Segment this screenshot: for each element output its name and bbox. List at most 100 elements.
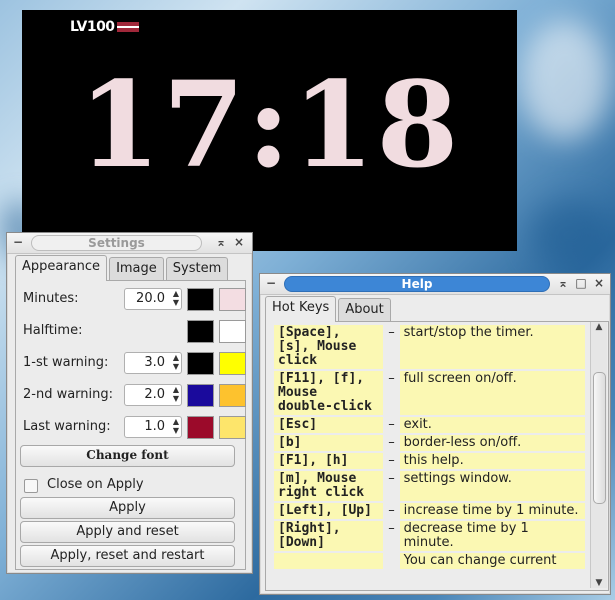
- second-warning-bg-color[interactable]: [187, 384, 214, 407]
- first-warning-value: 3.0: [144, 355, 165, 370]
- minutes-label: Minutes:: [23, 291, 79, 306]
- last-warning-row: Last warning: 1.0 ▲ ▼: [23, 415, 246, 439]
- description-cell: increase time by 1 minute.: [399, 503, 585, 519]
- table-row: [Space], [s], Mouse click – start/stop the…: [274, 325, 585, 369]
- spin-arrows-icon[interactable]: ▲ ▼: [173, 385, 179, 403]
- minutes-fg-color[interactable]: [219, 288, 246, 311]
- description-cell: full screen on/off.: [399, 371, 585, 415]
- last-warning-bg-color[interactable]: [187, 416, 214, 439]
- description-cell: decrease time by 1 minute.: [399, 521, 585, 551]
- table-row: [F11], [f], Mouse double-click – full scre…: [274, 371, 585, 415]
- help-window: − Help ⌅ □ × Hot Keys About [Space], [s]…: [259, 273, 611, 595]
- description-cell: border-less on/off.: [399, 435, 585, 451]
- dash: –: [388, 417, 395, 432]
- dash: –: [388, 503, 395, 518]
- dash: –: [388, 471, 395, 486]
- second-warning-row: 2-nd warning: 2.0 ▲ ▼: [23, 383, 246, 407]
- hotkey-cell: [b]: [274, 435, 384, 451]
- dash: –: [388, 325, 395, 340]
- table-row: [m], Mouse right click – settings window.: [274, 471, 585, 501]
- hotkeys-table: [Space], [s], Mouse click – start/stop the…: [274, 323, 585, 571]
- close-on-apply-label: Close on Apply: [47, 477, 144, 492]
- help-title: Help: [284, 276, 550, 292]
- scroll-up-icon[interactable]: ▲: [591, 322, 607, 332]
- hotkey-cell: [m], Mouse right click: [274, 471, 384, 501]
- minutes-row: Minutes: 20.0 ▲ ▼: [23, 287, 246, 311]
- maximize-icon[interactable]: ⌅: [214, 235, 228, 249]
- halftime-bg-color[interactable]: [187, 320, 214, 343]
- tab-system[interactable]: System: [165, 257, 229, 281]
- scroll-down-icon[interactable]: ▼: [591, 578, 607, 588]
- spin-arrows-icon[interactable]: ▲ ▼: [173, 417, 179, 435]
- second-warning-label: 2-nd warning:: [23, 387, 114, 402]
- close-icon[interactable]: ×: [232, 235, 246, 249]
- table-row: [F1], [h] – this help.: [274, 453, 585, 469]
- spin-arrows-icon[interactable]: ▲ ▼: [173, 353, 179, 371]
- last-warning-spinbox[interactable]: 1.0 ▲ ▼: [124, 416, 182, 438]
- first-warning-fg-color[interactable]: [219, 352, 246, 375]
- table-row: [Esc] – exit.: [274, 417, 585, 433]
- dash: –: [388, 435, 395, 450]
- table-row: [Left], [Up] – increase time by 1 minute.: [274, 503, 585, 519]
- last-warning-fg-color[interactable]: [219, 416, 246, 439]
- minutes-value: 20.0: [136, 291, 165, 306]
- first-warning-bg-color[interactable]: [187, 352, 214, 375]
- second-warning-fg-color[interactable]: [219, 384, 246, 407]
- last-warning-label: Last warning:: [23, 419, 111, 434]
- tab-about[interactable]: About: [338, 298, 391, 322]
- settings-window: − Settings ⌅ × Appearance Image System M…: [6, 232, 253, 574]
- table-row: You can change current: [274, 553, 585, 569]
- dash: –: [388, 453, 395, 468]
- hotkey-cell: [274, 553, 384, 569]
- minutes-bg-color[interactable]: [187, 288, 214, 311]
- halftime-fg-color[interactable]: [219, 320, 246, 343]
- help-titlebar[interactable]: − Help ⌅ □ ×: [260, 274, 610, 295]
- tab-hot-keys[interactable]: Hot Keys: [265, 296, 337, 322]
- apply-reset-restart-button[interactable]: Apply, reset and restart: [20, 545, 235, 567]
- minimize-icon[interactable]: −: [11, 235, 25, 249]
- hotkeys-panel: [Space], [s], Mouse click – start/stop the…: [265, 321, 609, 591]
- hotkey-cell: [Esc]: [274, 417, 384, 433]
- first-warning-spinbox[interactable]: 3.0 ▲ ▼: [124, 352, 182, 374]
- halftime-row: Halftime:: [23, 319, 246, 343]
- dash: [383, 553, 399, 569]
- second-warning-spinbox[interactable]: 2.0 ▲ ▼: [124, 384, 182, 406]
- hotkey-cell: [Right], [Down]: [274, 521, 384, 551]
- appearance-panel: Minutes: 20.0 ▲ ▼ Halftime: 1-st warning:…: [15, 280, 246, 570]
- timer-display: 17:18: [78, 55, 461, 194]
- timer-window[interactable]: LV100 17:18: [22, 10, 517, 251]
- tab-appearance[interactable]: Appearance: [15, 255, 108, 281]
- first-warning-row: 1-st warning: 3.0 ▲ ▼: [23, 351, 246, 375]
- restore-icon[interactable]: □: [574, 276, 588, 290]
- description-cell: start/stop the timer.: [399, 325, 585, 369]
- settings-titlebar[interactable]: − Settings ⌅ ×: [7, 233, 252, 254]
- close-on-apply-checkbox[interactable]: [24, 479, 38, 493]
- apply-and-reset-button[interactable]: Apply and reset: [20, 521, 235, 543]
- close-icon[interactable]: ×: [592, 276, 606, 290]
- minimize-icon[interactable]: −: [264, 276, 278, 290]
- settings-title: Settings: [31, 235, 202, 251]
- scrollbar-thumb[interactable]: [593, 372, 606, 504]
- description-cell: settings window.: [399, 471, 585, 501]
- apply-button[interactable]: Apply: [20, 497, 235, 519]
- help-scrollbar[interactable]: ▲ ▼: [590, 322, 607, 588]
- hotkey-cell: [Left], [Up]: [274, 503, 384, 519]
- change-font-button[interactable]: Change font: [20, 445, 235, 467]
- table-row: [b] – border-less on/off.: [274, 435, 585, 451]
- hotkey-cell: [F1], [h]: [274, 453, 384, 469]
- maximize-icon[interactable]: ⌅: [556, 276, 570, 290]
- spin-arrows-icon[interactable]: ▲ ▼: [173, 289, 179, 307]
- dash: –: [388, 371, 395, 386]
- hotkey-cell: [Space], [s], Mouse click: [274, 325, 384, 369]
- second-warning-value: 2.0: [144, 387, 165, 402]
- lv100-logo: LV100: [70, 19, 139, 35]
- description-cell: exit.: [399, 417, 585, 433]
- logo-text: LV100: [70, 19, 115, 35]
- first-warning-label: 1-st warning:: [23, 355, 109, 370]
- tab-image[interactable]: Image: [109, 257, 164, 281]
- table-row: [Right], [Down] – decrease time by 1 minut…: [274, 521, 585, 551]
- last-warning-value: 1.0: [144, 419, 165, 434]
- description-cell: You can change current: [399, 553, 585, 569]
- help-tabs: Hot Keys About: [265, 296, 393, 322]
- minutes-spinbox[interactable]: 20.0 ▲ ▼: [124, 288, 182, 310]
